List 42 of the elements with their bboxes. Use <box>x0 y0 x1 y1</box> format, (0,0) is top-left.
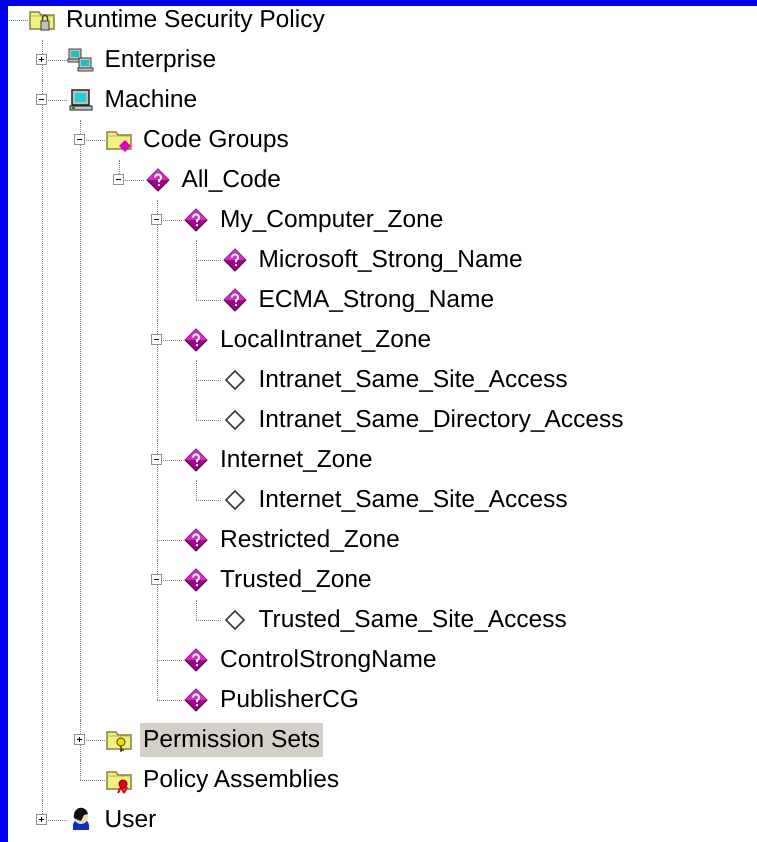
diamond-question-icon <box>182 526 210 554</box>
collapse-box[interactable] <box>74 134 85 145</box>
expand-box[interactable] <box>36 814 46 825</box>
collapse-box[interactable] <box>112 174 124 185</box>
tree-item[interactable]: My_Computer_Zone <box>217 203 446 237</box>
collapse-box[interactable] <box>151 334 162 345</box>
collapse-box[interactable] <box>36 94 46 105</box>
tree-item[interactable]: Microsoft_Strong_Name <box>256 243 526 277</box>
computers-icon <box>66 46 94 74</box>
tree-item[interactable]: Internet_Same_Site_Access <box>256 483 571 517</box>
diamond-question-icon <box>182 566 210 594</box>
diamond-question-icon <box>182 646 210 674</box>
expand-box[interactable] <box>36 54 46 65</box>
tree-item[interactable]: Intranet_Same_Site_Access <box>256 363 571 397</box>
tree-item[interactable]: User <box>102 803 160 837</box>
diamond-question-icon <box>144 166 172 194</box>
tree-item[interactable]: Policy Assemblies <box>140 763 342 797</box>
diamond-question-icon <box>182 326 210 354</box>
tree-item[interactable]: Intranet_Same_Directory_Access <box>256 403 626 437</box>
diamond-question-icon <box>220 286 248 314</box>
tree-item[interactable]: LocalIntranet_Zone <box>217 323 434 357</box>
tree-item[interactable]: ControlStrongName <box>217 643 440 677</box>
collapse-box[interactable] <box>151 214 162 225</box>
tree-item[interactable]: Permission Sets <box>140 723 324 757</box>
diamond-question-icon <box>182 686 210 714</box>
diamond-question-icon <box>182 446 210 474</box>
expand-box[interactable] <box>74 734 85 745</box>
collapse-box[interactable] <box>151 574 162 585</box>
tree-item[interactable]: ECMA_Strong_Name <box>256 283 498 317</box>
tree-item[interactable]: Trusted_Zone <box>217 563 375 597</box>
tree-item[interactable]: Machine <box>102 83 200 117</box>
collapse-box[interactable] <box>151 454 162 465</box>
tree-item[interactable]: PublisherCG <box>217 683 362 717</box>
tree-item[interactable]: Internet_Zone <box>217 443 376 477</box>
tree-item[interactable]: Code Groups <box>140 123 292 157</box>
diamond-question-icon <box>220 246 248 274</box>
tree-item[interactable]: Enterprise <box>102 43 220 77</box>
tree-item[interactable]: All_Code <box>178 163 284 197</box>
tree-item[interactable]: Restricted_Zone <box>217 523 403 557</box>
tree-item[interactable]: Trusted_Same_Site_Access <box>256 603 570 637</box>
diamond-question-icon <box>182 206 210 234</box>
tree-item[interactable]: Runtime Security Policy <box>63 6 328 37</box>
